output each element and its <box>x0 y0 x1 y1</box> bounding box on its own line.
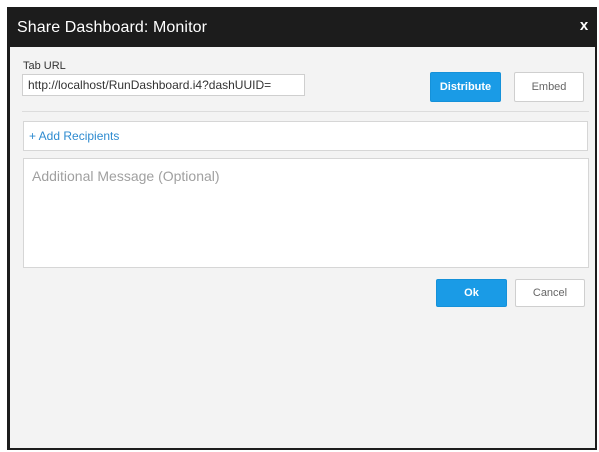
distribute-button[interactable]: Distribute <box>430 72 501 102</box>
tab-url-field[interactable]: http://localhost/RunDashboard.i4?dashUUI… <box>22 74 305 96</box>
embed-button[interactable]: Embed <box>514 72 584 102</box>
cancel-button[interactable]: Cancel <box>515 279 585 307</box>
additional-message-input[interactable] <box>23 158 589 268</box>
divider <box>22 111 589 112</box>
ok-button[interactable]: Ok <box>436 279 507 307</box>
add-recipients-link[interactable]: + Add Recipients <box>29 129 119 143</box>
dialog-titlebar: Share Dashboard: Monitor x <box>7 7 597 47</box>
dialog-title: Share Dashboard: Monitor <box>17 19 208 36</box>
recipients-field[interactable]: + Add Recipients <box>23 121 588 151</box>
share-dashboard-dialog: Share Dashboard: Monitor x Tab URL http:… <box>7 7 597 450</box>
close-icon[interactable]: x <box>575 16 593 36</box>
tab-url-label: Tab URL <box>23 60 66 72</box>
dialog-body: Tab URL http://localhost/RunDashboard.i4… <box>10 47 595 448</box>
